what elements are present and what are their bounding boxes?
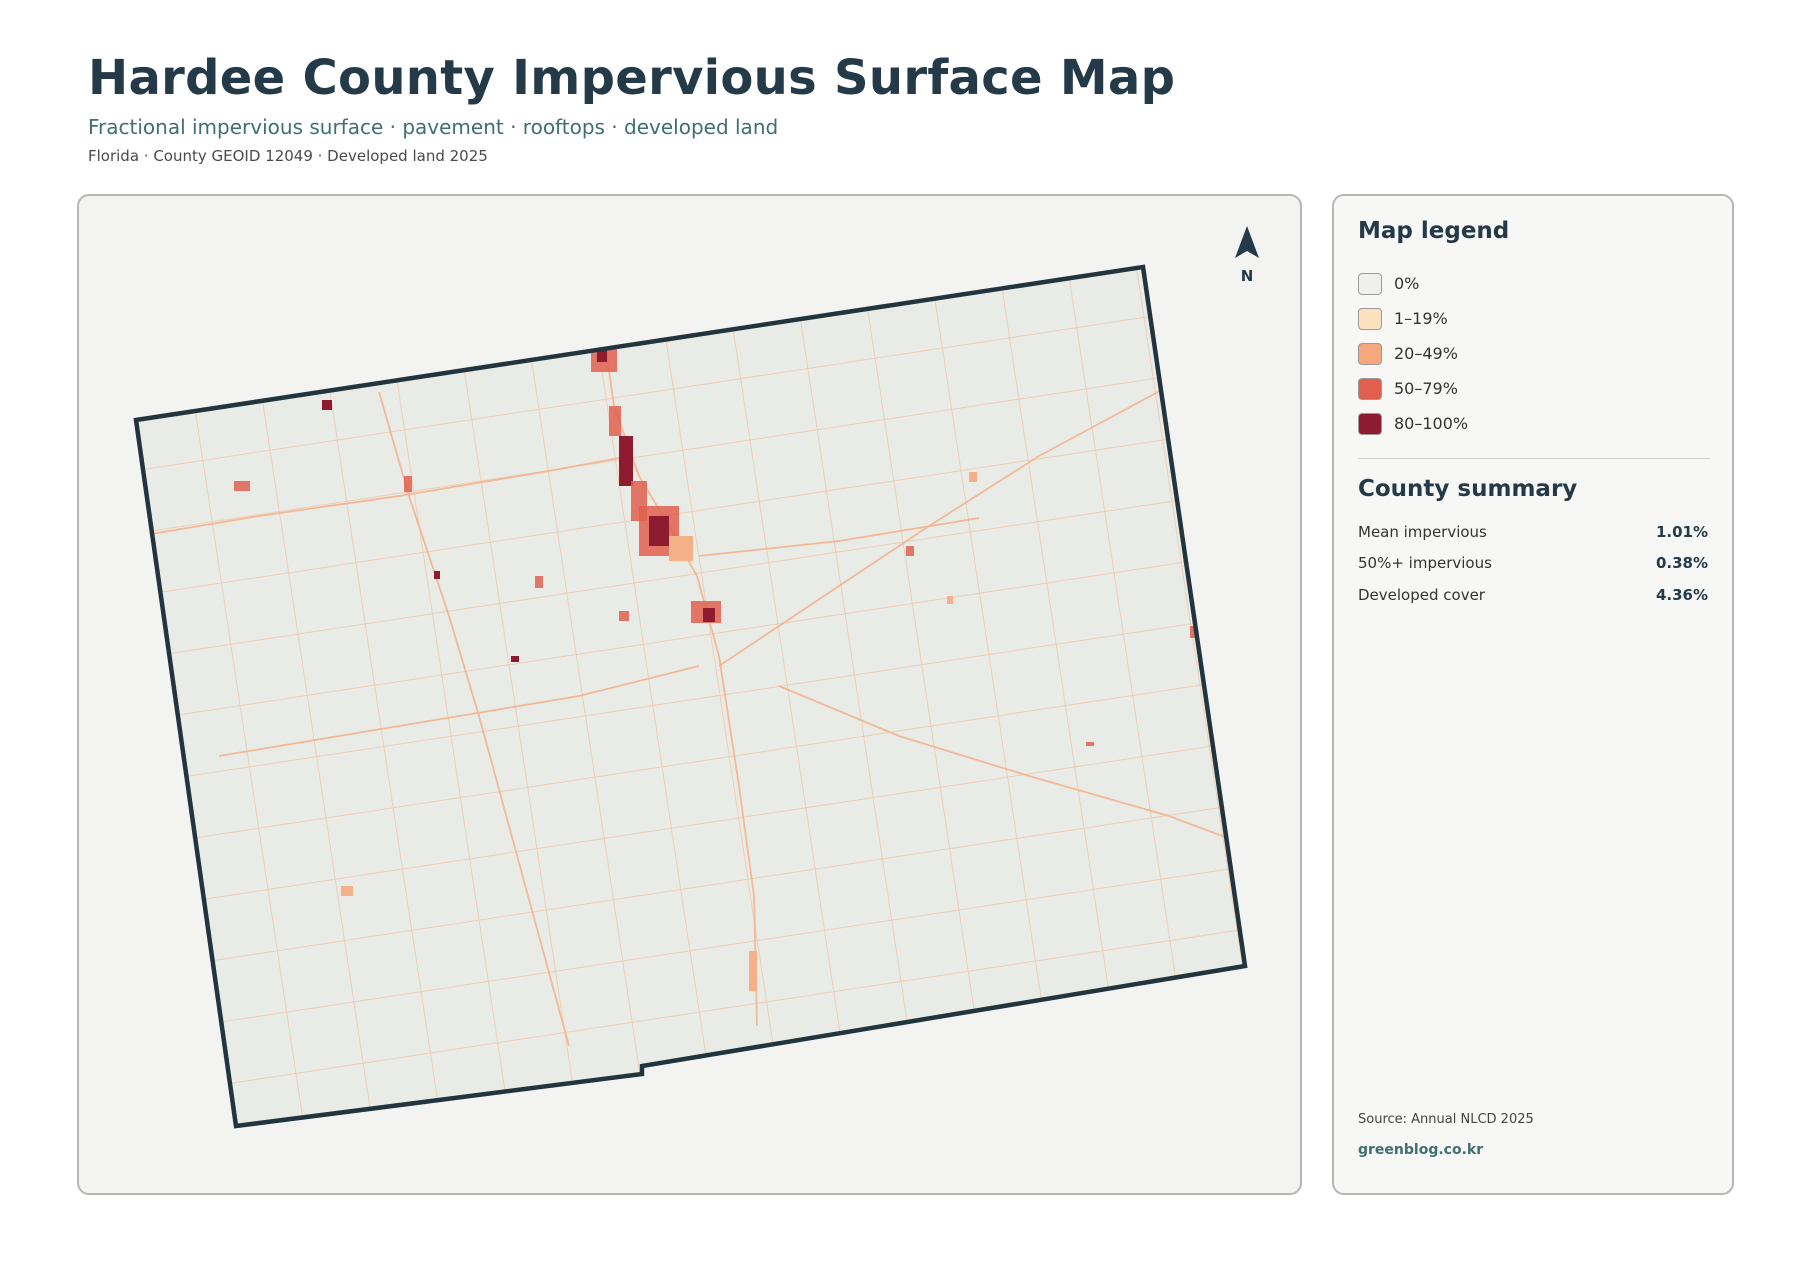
urban-patch xyxy=(511,656,519,662)
page-meta: Florida · County GEOID 12049 · Developed… xyxy=(88,147,488,165)
urban-patch xyxy=(969,472,977,482)
urban-patch xyxy=(947,596,953,604)
urban-patch xyxy=(234,481,250,491)
legend-label: 80–100% xyxy=(1394,414,1469,433)
legend-divider xyxy=(1358,458,1710,459)
legend-swatch xyxy=(1358,307,1382,330)
legend-swatch xyxy=(1358,377,1382,400)
north-arrow: N xyxy=(1235,226,1259,285)
summary-value: 4.36% xyxy=(1655,585,1708,604)
legend-item-0: 0% xyxy=(1358,266,1468,301)
summary-label: 50%+ impervious xyxy=(1358,554,1492,573)
legend-title: Map legend xyxy=(1358,218,1510,244)
legend-item-1: 1–19% xyxy=(1358,301,1468,336)
urban-patch xyxy=(669,536,693,561)
urban-patch xyxy=(434,571,440,579)
legend-swatch xyxy=(1358,272,1382,295)
legend-label: 20–49% xyxy=(1394,344,1458,363)
summary-label: Developed cover xyxy=(1358,585,1485,604)
legend-item-3: 50–79% xyxy=(1358,371,1468,406)
source-note: Source: Annual NLCD 2025 xyxy=(1358,1112,1534,1127)
website-link[interactable]: greenblog.co.kr xyxy=(1358,1142,1483,1158)
summary-row: Developed cover 4.36% xyxy=(1358,579,1708,611)
urban-patch xyxy=(749,951,757,991)
north-label: N xyxy=(1241,267,1254,285)
legend-label: 50–79% xyxy=(1394,379,1458,398)
legend-panel: Map legend 0% 1–19% 20–49% 50–79% 80–100… xyxy=(1332,194,1734,1195)
legend-swatch xyxy=(1358,412,1382,435)
urban-patch xyxy=(619,436,633,486)
north-arrow-icon xyxy=(1235,226,1259,258)
summary-title: County summary xyxy=(1358,476,1578,502)
urban-patch xyxy=(404,476,412,492)
legend-item-2: 20–49% xyxy=(1358,336,1468,371)
legend-swatch xyxy=(1358,342,1382,365)
urban-patch xyxy=(619,611,629,621)
legend-items: 0% 1–19% 20–49% 50–79% 80–100% xyxy=(1358,266,1468,441)
summary-row: Mean impervious 1.01% xyxy=(1358,516,1708,548)
legend-label: 0% xyxy=(1394,274,1420,293)
legend-label: 1–19% xyxy=(1394,309,1448,328)
urban-patch xyxy=(906,546,914,556)
urban-patch xyxy=(703,608,715,622)
summary-value: 0.38% xyxy=(1655,554,1708,573)
urban-patch xyxy=(649,516,669,546)
urban-patch xyxy=(136,536,143,548)
summary-row: 50%+ impervious 0.38% xyxy=(1358,548,1708,580)
page-title: Hardee County Impervious Surface Map xyxy=(88,50,1176,106)
map-panel: N xyxy=(77,194,1302,1195)
page-subtitle: Fractional impervious surface · pavement… xyxy=(88,115,779,139)
summary-value: 1.01% xyxy=(1655,522,1708,541)
urban-patch xyxy=(535,576,543,588)
urban-patch xyxy=(341,886,353,896)
legend-item-4: 80–100% xyxy=(1358,406,1468,441)
map-canvas: N xyxy=(133,226,1259,1129)
urban-patch xyxy=(1086,742,1094,746)
summary-rows: Mean impervious 1.01% 50%+ impervious 0.… xyxy=(1358,516,1708,611)
urban-patch xyxy=(322,400,332,410)
summary-label: Mean impervious xyxy=(1358,522,1487,541)
header: Hardee County Impervious Surface Map Fra… xyxy=(88,48,1175,166)
urban-patch xyxy=(609,406,621,436)
